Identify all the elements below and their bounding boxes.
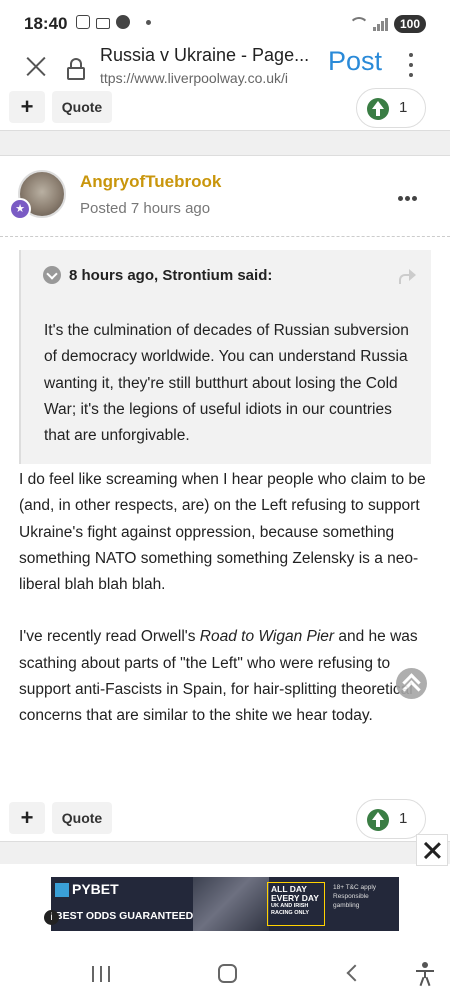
multiquote-button[interactable]: + <box>9 91 45 123</box>
ad-brand: PYBET <box>55 881 119 898</box>
quote-button[interactable]: Quote <box>52 802 112 834</box>
quote-button[interactable]: Quote <box>52 91 112 123</box>
scroll-to-top-icon[interactable] <box>396 668 427 699</box>
post-separator <box>0 130 450 156</box>
post-paragraph-2: I've recently read Orwell's Road to Wiga… <box>19 624 431 729</box>
wifi-icon <box>347 17 369 31</box>
reputation-button[interactable]: 1 <box>356 88 426 128</box>
post-button[interactable]: Post <box>328 46 382 77</box>
battery-indicator: 100 <box>393 15 426 33</box>
page-url[interactable]: ttps://www.liverpoolway.co.uk/i <box>100 70 314 86</box>
post-actions: + Quote 1 <box>0 799 450 845</box>
post-body: I do feel like screaming when I hear peo… <box>19 467 431 756</box>
header-divider <box>0 236 450 237</box>
collapse-quote-icon[interactable] <box>43 266 61 284</box>
accessibility-icon[interactable] <box>415 962 435 987</box>
reputation-count: 1 <box>399 810 408 827</box>
page-title: Russia v Ukraine - Page... <box>100 45 310 65</box>
post-timestamp[interactable]: Posted 7 hours ago <box>80 200 210 217</box>
ad-disclaimer: 18+ T&C apply Responsible gambling <box>333 884 377 909</box>
horse-racing-image <box>193 877 269 931</box>
reputation-button[interactable]: 1 <box>356 799 426 839</box>
multiquote-button[interactable]: + <box>9 802 45 834</box>
screenshot-icon <box>76 15 90 29</box>
close-tab-icon[interactable] <box>24 54 50 80</box>
quote-block: 8 hours ago, Strontium said: It's the cu… <box>19 250 431 464</box>
reputation-count: 1 <box>399 99 408 116</box>
more-options-icon[interactable] <box>408 53 414 77</box>
ad-offer-box: ALL DAY EVERY DAY UK AND IRISH RACING ON… <box>267 882 325 926</box>
status-time: 18:40 <box>24 14 68 33</box>
home-icon[interactable] <box>218 964 237 983</box>
post-author[interactable]: AngryofTuebrook <box>80 172 221 192</box>
quote-citation[interactable]: 8 hours ago, Strontium said: <box>69 267 272 284</box>
post-paragraph-1: I do feel like screaming when I hear peo… <box>19 471 426 594</box>
previous-post-actions: + Quote 1 <box>0 88 450 134</box>
rank-badge-icon: ★ <box>9 198 31 220</box>
recents-icon[interactable] <box>92 966 110 982</box>
news-icon <box>116 15 130 29</box>
quote-text: It's the culmination of decades of Russi… <box>44 322 409 445</box>
system-nav-bar <box>0 944 450 1000</box>
lock-icon[interactable] <box>67 58 85 80</box>
close-ad-icon[interactable] <box>416 834 448 866</box>
back-icon[interactable] <box>346 964 364 982</box>
signal-icon <box>372 17 388 31</box>
upvote-icon <box>367 809 389 831</box>
mail-icon <box>96 17 110 29</box>
ad-info-icon[interactable]: i <box>44 910 59 925</box>
ad-banner[interactable]: PYBET BEST ODDS GUARANTEED ALL DAY EVERY… <box>51 877 399 931</box>
ad-tagline: BEST ODDS GUARANTEED <box>55 910 194 922</box>
post-menu-icon[interactable] <box>398 196 417 201</box>
go-to-quote-icon[interactable] <box>399 268 417 284</box>
brand-logo-icon <box>55 883 69 898</box>
system-icons: 100 <box>347 15 426 33</box>
upvote-icon <box>367 98 389 120</box>
post-paragraph-2-text: I've recently read Orwell's <box>19 628 200 646</box>
notification-icons <box>76 15 151 29</box>
book-title: Road to Wigan Pier <box>199 628 335 646</box>
custom-tab-toolbar: Russia v Ukraine - Page... ttps://www.li… <box>0 38 450 94</box>
more-notifications-dot-icon <box>146 19 151 25</box>
